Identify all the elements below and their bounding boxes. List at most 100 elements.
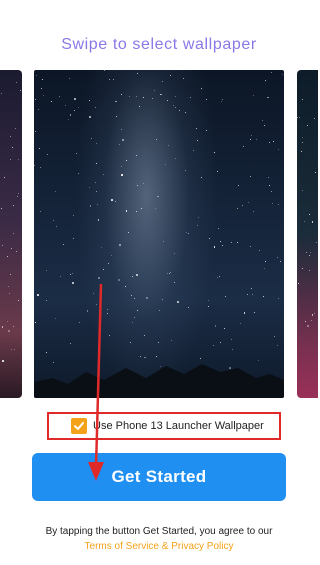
- star-dot: [6, 255, 8, 257]
- star-dot: [268, 176, 270, 178]
- star-dot: [157, 195, 159, 198]
- terms-link[interactable]: Terms of Service & Privacy Policy: [0, 539, 318, 554]
- star-dot: [10, 136, 12, 138]
- star-dot: [315, 242, 317, 244]
- star-dot: [314, 171, 316, 173]
- star-dot: [272, 202, 274, 204]
- star-dot: [247, 294, 249, 296]
- star-dot: [153, 89, 155, 91]
- star-dot: [12, 326, 14, 328]
- star-dot: [70, 342, 72, 344]
- star-dot: [302, 268, 304, 270]
- star-dot: [18, 159, 20, 161]
- star-dot: [121, 174, 123, 176]
- star-dot: [184, 111, 186, 113]
- star-dot: [197, 217, 199, 219]
- star-dot: [43, 94, 45, 96]
- star-dot: [39, 167, 41, 169]
- star-dot: [237, 241, 239, 243]
- star-dot: [278, 203, 280, 205]
- wallpaper-right-preview[interactable]: [297, 70, 318, 398]
- star-dot: [131, 275, 133, 277]
- star-dot: [129, 96, 131, 98]
- star-dot: [243, 312, 246, 315]
- star-dot: [54, 317, 56, 319]
- star-dot: [52, 219, 54, 221]
- wallpaper-left-preview[interactable]: [0, 70, 22, 398]
- star-dot: [37, 108, 39, 110]
- star-dot: [69, 274, 71, 276]
- star-dot: [46, 351, 48, 353]
- star-dot: [134, 317, 136, 319]
- star-dot: [272, 140, 274, 142]
- star-dot: [311, 221, 314, 223]
- get-started-button[interactable]: Get Started: [32, 453, 286, 501]
- star-dot: [94, 106, 97, 109]
- wallpaper-checkbox[interactable]: [71, 418, 87, 434]
- star-dot: [38, 147, 40, 149]
- star-dot: [75, 152, 78, 155]
- star-dot: [177, 301, 179, 303]
- star-dot: [222, 244, 224, 246]
- star-dot: [160, 93, 162, 95]
- star-dot: [78, 173, 80, 175]
- star-dot: [253, 211, 255, 213]
- star-dot: [190, 97, 192, 99]
- star-dot: [240, 322, 242, 324]
- star-dot: [207, 299, 209, 301]
- star-dot: [236, 208, 238, 210]
- star-dot: [19, 89, 21, 91]
- star-dot: [146, 297, 149, 299]
- star-dot: [168, 144, 170, 146]
- star-dot: [138, 106, 140, 108]
- star-dot: [72, 214, 74, 216]
- star-dot: [107, 309, 109, 311]
- star-dot: [9, 273, 11, 275]
- star-dot: [264, 261, 266, 263]
- star-dot: [255, 138, 257, 140]
- star-dot: [161, 299, 163, 301]
- star-dot: [73, 238, 75, 240]
- star-dot: [16, 196, 18, 198]
- star-dot: [278, 298, 280, 300]
- star-dot: [308, 214, 310, 216]
- star-dot: [139, 355, 141, 357]
- star-dot: [103, 269, 105, 271]
- star-dot: [221, 98, 223, 100]
- star-dot: [298, 116, 300, 118]
- star-dot: [230, 338, 233, 341]
- star-dot: [129, 341, 131, 343]
- star-dot: [58, 96, 60, 98]
- star-dot: [313, 313, 315, 315]
- star-dot: [89, 115, 91, 118]
- star-dot: [17, 300, 19, 302]
- star-dot: [273, 335, 275, 337]
- star-dot: [154, 207, 157, 210]
- star-dot: [121, 166, 123, 168]
- star-dot: [249, 138, 251, 140]
- star-dot: [254, 312, 256, 314]
- star-dot: [219, 275, 221, 277]
- wallpaper-milky-way[interactable]: [34, 70, 284, 398]
- star-dot: [265, 80, 267, 82]
- star-dot: [173, 104, 175, 106]
- star-dot: [101, 247, 103, 249]
- wallpaper-option-row[interactable]: Use Phone 13 Launcher Wallpaper: [47, 412, 281, 440]
- star-dot: [56, 225, 58, 227]
- star-dot: [305, 251, 307, 253]
- star-dot: [196, 225, 198, 227]
- star-dot: [243, 145, 245, 147]
- star-dot: [168, 272, 170, 274]
- star-dot: [115, 100, 117, 103]
- star-dot: [170, 271, 172, 273]
- star-dot: [238, 184, 240, 186]
- star-dot: [96, 190, 98, 192]
- star-dot: [270, 191, 272, 193]
- star-dot: [133, 297, 135, 299]
- star-dot: [7, 321, 9, 323]
- star-dot: [89, 187, 91, 188]
- star-dot: [310, 252, 312, 254]
- star-dot: [201, 87, 203, 89]
- star-dot: [302, 189, 304, 191]
- star-dot: [92, 292, 94, 294]
